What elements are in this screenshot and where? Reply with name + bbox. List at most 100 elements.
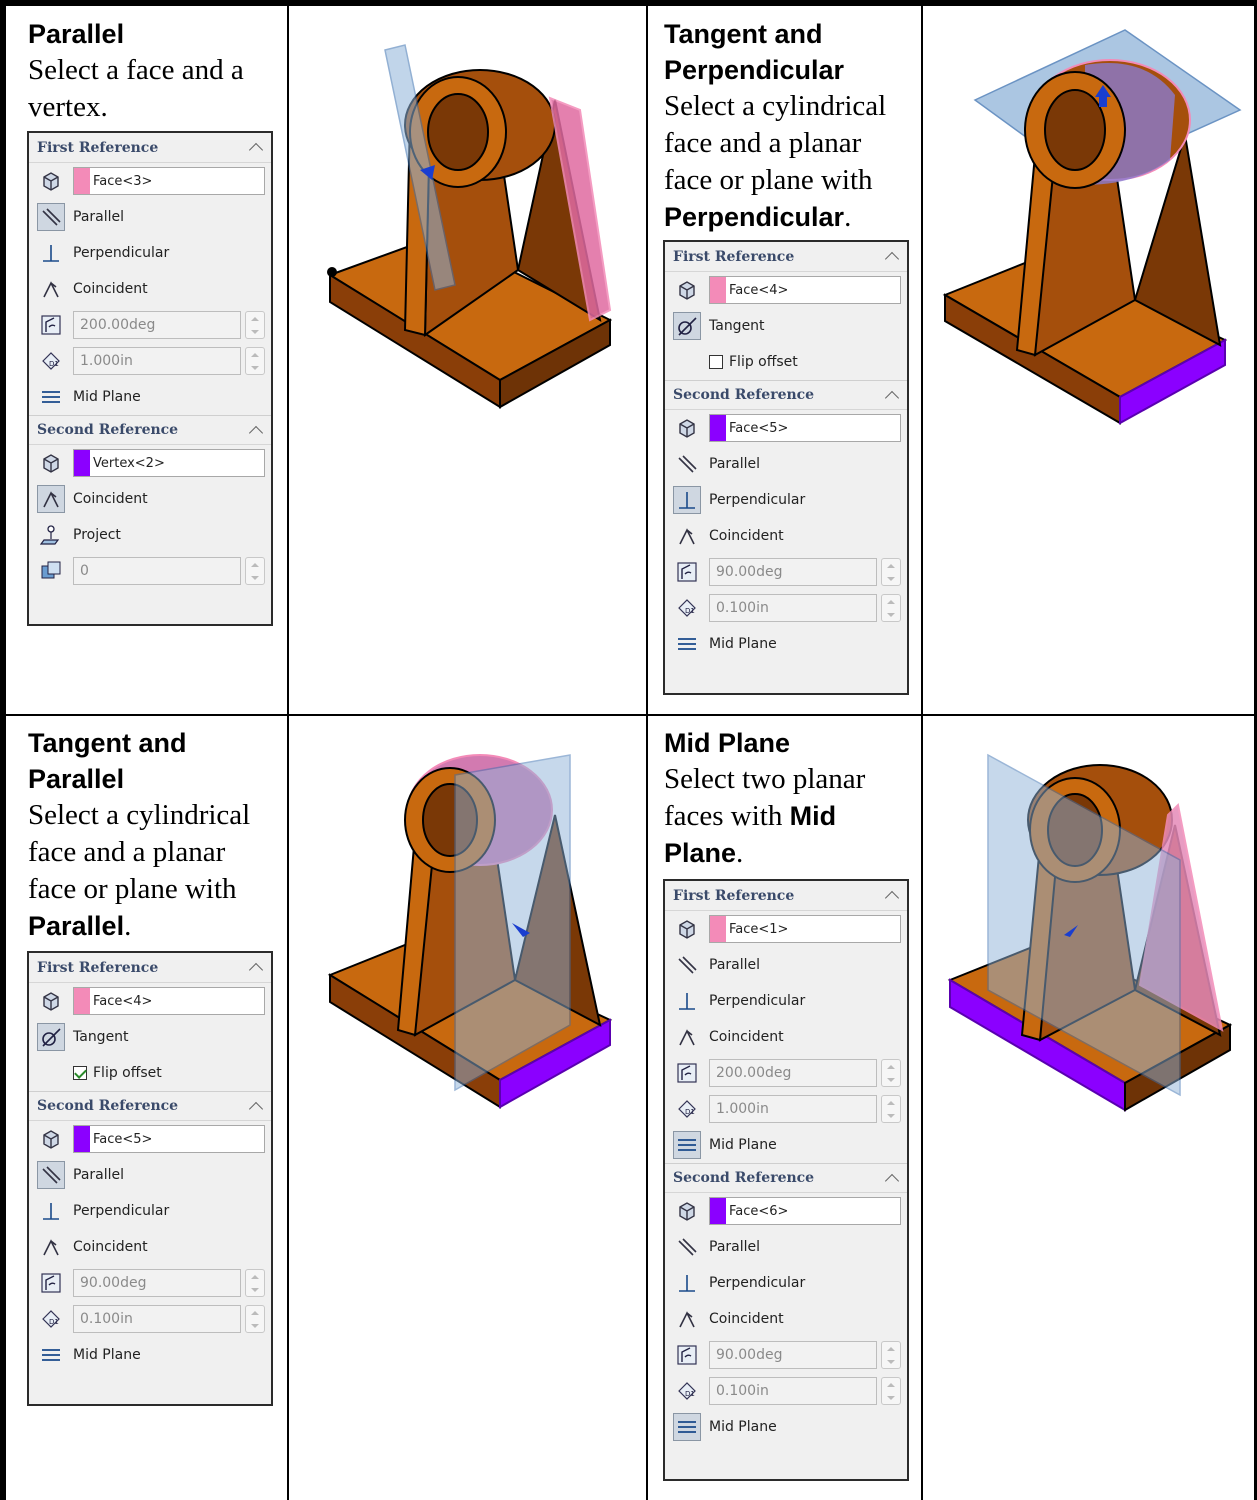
angle-input[interactable]: 90.00deg [709, 558, 877, 586]
first-reference-header[interactable]: First Reference [665, 242, 907, 272]
first-reference-header[interactable]: First Reference [29, 133, 271, 163]
second-coincident-option[interactable]: Coincident [29, 481, 271, 517]
angle-spinner[interactable] [245, 311, 265, 339]
parallel-model-image [327, 44, 613, 409]
angle-spinner[interactable] [881, 1059, 901, 1087]
angle-icon [673, 558, 701, 586]
coincident-option[interactable]: Coincident [29, 271, 271, 307]
angle-icon [37, 311, 65, 339]
second-distance-input[interactable]: 0.100in [709, 1377, 877, 1405]
count-input[interactable]: 0 [73, 557, 241, 585]
midplane-icon [673, 630, 701, 658]
perpendicular-option[interactable]: Perpendicular [665, 482, 907, 518]
angle-input[interactable]: 200.00deg [73, 311, 241, 339]
reference-cube-icon [673, 1197, 701, 1225]
parallel-option[interactable]: Parallel [665, 446, 907, 482]
chevron-up-icon [884, 251, 900, 267]
first-reference-field[interactable]: Face<1> [709, 915, 901, 943]
tangent-perp-title-1: Tangent and [664, 19, 823, 49]
angle-spinner[interactable] [881, 1341, 901, 1369]
distance-input[interactable]: 1.000in [73, 347, 241, 375]
perpendicular-icon [673, 987, 701, 1015]
flip-offset-option[interactable]: Flip offset [665, 344, 907, 380]
flip-offset-option[interactable]: Flip offset [29, 1055, 271, 1091]
perpendicular-option[interactable]: Perpendicular [29, 1193, 271, 1229]
coincident-icon [37, 275, 65, 303]
second-angle-input[interactable]: 90.00deg [709, 1341, 877, 1369]
tangent-perp-property-manager: First Reference Face<4> Tangent Flip off… [663, 240, 909, 695]
tangent-perp-description: Tangent and Perpendicular Select a cylin… [664, 16, 914, 236]
perpendicular-option[interactable]: Perpendicular [665, 983, 907, 1019]
midplane-icon [673, 1413, 701, 1441]
second-parallel-option[interactable]: Parallel [665, 1229, 907, 1265]
reference-cube-icon [673, 414, 701, 442]
svg-text:D1: D1 [685, 1390, 695, 1398]
distance-spinner[interactable] [245, 347, 265, 375]
midplane-option[interactable]: Mid Plane [665, 626, 907, 662]
midplane-option[interactable]: Mid Plane [665, 1127, 907, 1163]
reference-cube-icon [673, 276, 701, 304]
second-reference-field[interactable]: Vertex<2> [73, 449, 265, 477]
parallel-option[interactable]: Parallel [665, 947, 907, 983]
second-reference-header[interactable]: Second Reference [665, 380, 907, 410]
second-reference-field[interactable]: Face<5> [709, 414, 901, 442]
first-reference-field[interactable]: Face<3> [73, 167, 265, 195]
tangent-perp-model-image [942, 29, 1242, 425]
distance-icon: D1 [37, 347, 65, 375]
distance-input[interactable]: 1.000in [709, 1095, 877, 1123]
chevron-up-icon [248, 962, 264, 978]
coincident-option[interactable]: Coincident [665, 518, 907, 554]
parallel-option[interactable]: Parallel [29, 1157, 271, 1193]
parallel-icon [673, 951, 701, 979]
first-reference-field[interactable]: Face<4> [709, 276, 901, 304]
tangent-par-title-2: Parallel [28, 764, 125, 794]
angle-spinner[interactable] [245, 1269, 265, 1297]
angle-input[interactable]: 90.00deg [73, 1269, 241, 1297]
distance-spinner[interactable] [881, 1095, 901, 1123]
midplane-model-image [947, 753, 1233, 1112]
second-coincident-option[interactable]: Coincident [665, 1301, 907, 1337]
distance-icon: D1 [37, 1305, 65, 1333]
first-reference-header[interactable]: First Reference [29, 953, 271, 983]
distance-spinner[interactable] [881, 594, 901, 622]
coincident-option[interactable]: Coincident [29, 1229, 271, 1265]
perpendicular-option[interactable]: Perpendicular [29, 235, 271, 271]
parallel-property-manager: First Reference Face<3> Parallel Perpend… [27, 131, 273, 626]
parallel-icon [37, 203, 65, 231]
flip-offset-checkbox[interactable] [73, 1066, 87, 1080]
midplane-icon [37, 1341, 65, 1369]
second-midplane-option[interactable]: Mid Plane [665, 1409, 907, 1445]
distance-input[interactable]: 0.100in [73, 1305, 241, 1333]
first-reference-field[interactable]: Face<4> [73, 987, 265, 1015]
second-perpendicular-option[interactable]: Perpendicular [665, 1265, 907, 1301]
second-reference-field[interactable]: Face<5> [73, 1125, 265, 1153]
tangent-option[interactable]: Tangent [665, 308, 907, 344]
project-option[interactable]: Project [29, 517, 271, 553]
tangent-par-title-1: Tangent and [28, 728, 187, 758]
reference-cube-icon [37, 1125, 65, 1153]
midplane-option[interactable]: Mid Plane [29, 1337, 271, 1373]
distance-spinner[interactable] [245, 1305, 265, 1333]
count-spinner[interactable] [245, 557, 265, 585]
perpendicular-icon [673, 486, 701, 514]
angle-spinner[interactable] [881, 558, 901, 586]
project-icon [37, 521, 65, 549]
second-reference-field[interactable]: Face<6> [709, 1197, 901, 1225]
coincident-option[interactable]: Coincident [665, 1019, 907, 1055]
tangent-option[interactable]: Tangent [29, 1019, 271, 1055]
second-reference-header[interactable]: Second Reference [29, 1091, 271, 1121]
parallel-option[interactable]: Parallel [29, 199, 271, 235]
second-reference-header[interactable]: Second Reference [29, 415, 271, 445]
distance-input[interactable]: 0.100in [709, 594, 877, 622]
reference-cube-icon [673, 915, 701, 943]
flip-offset-checkbox[interactable] [709, 355, 723, 369]
tangent-icon [673, 312, 701, 340]
second-reference-header[interactable]: Second Reference [665, 1163, 907, 1193]
midplane-icon [37, 383, 65, 411]
midplane-description: Mid Plane Select two planar faces with M… [664, 725, 914, 872]
distance-spinner[interactable] [881, 1377, 901, 1405]
angle-input[interactable]: 200.00deg [709, 1059, 877, 1087]
first-reference-header[interactable]: First Reference [665, 881, 907, 911]
chevron-up-icon [884, 890, 900, 906]
midplane-option[interactable]: Mid Plane [29, 379, 271, 415]
